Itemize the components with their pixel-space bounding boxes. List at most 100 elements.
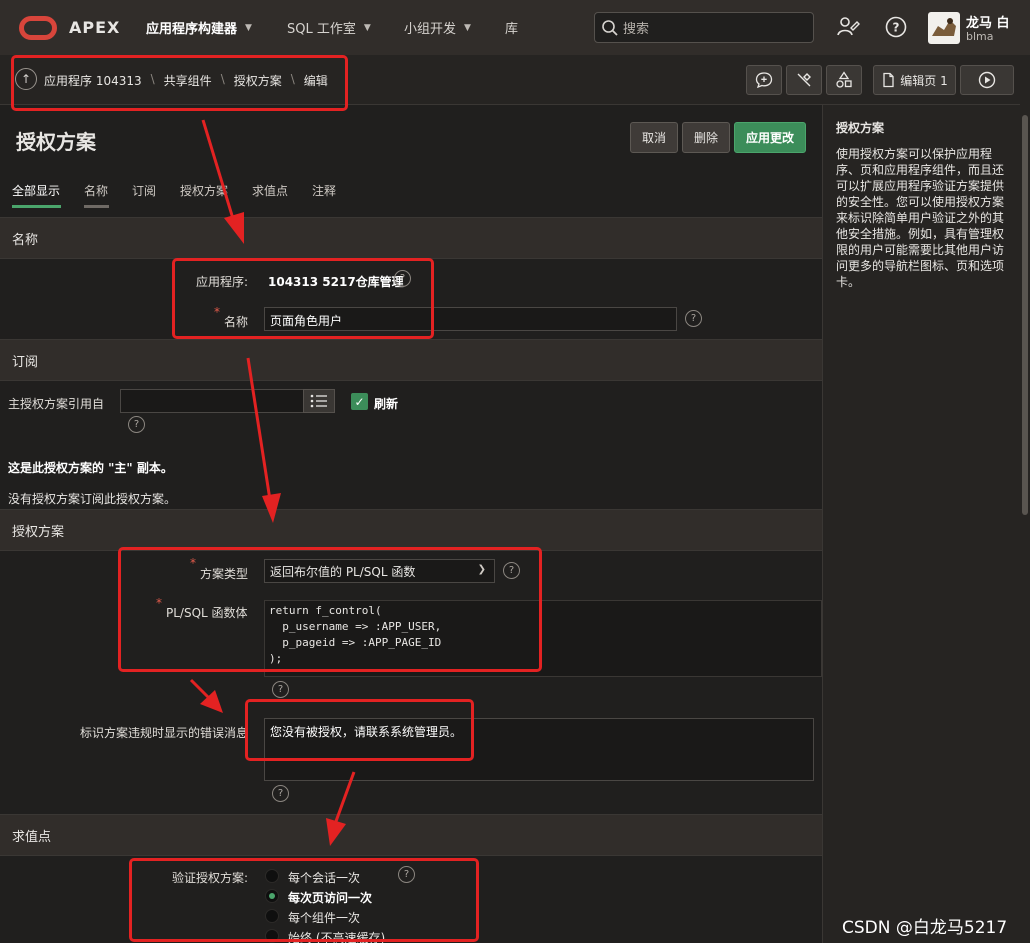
tab-subscription[interactable]: 订阅 <box>132 182 156 199</box>
help-icon[interactable]: ? <box>394 270 411 287</box>
apex-logo[interactable]: APEX <box>19 15 121 40</box>
nav-team-development[interactable]: 小组开发 ▼ <box>404 0 471 55</box>
wrench-icon <box>797 73 811 87</box>
code-line: ); <box>269 652 283 665</box>
name-input[interactable]: 页面角色用户 <box>264 307 677 331</box>
no-subscription-text: 没有授权方案订阅此授权方案。 <box>8 492 177 506</box>
help-panel: 授权方案 使用授权方案可以保护应用程序、页和应用程序组件，而且还可以扩展应用程序… <box>822 105 1020 943</box>
radio-once-per-component[interactable] <box>265 909 279 923</box>
logo-text: APEX <box>69 18 121 37</box>
tab-comments[interactable]: 注释 <box>312 182 336 199</box>
help-icon[interactable]: ? <box>685 310 702 327</box>
chevron-down-icon: ❯ <box>477 564 486 575</box>
radio-label: 每次页访问一次 <box>288 891 373 905</box>
help-icon[interactable]: ? <box>272 681 289 698</box>
edit-page-button[interactable]: 编辑页 1 <box>873 65 956 95</box>
region-header-evaluation-point: 求值点 <box>0 814 822 856</box>
breadcrumb-separator: \ <box>220 72 225 86</box>
arrow-head <box>200 690 223 713</box>
delete-button[interactable]: 删除 <box>682 122 730 153</box>
list-of-values-button[interactable] <box>303 389 335 413</box>
master-scheme-input[interactable] <box>120 389 304 413</box>
chevron-down-icon: ▼ <box>464 22 471 33</box>
region-tabs: 全部显示 名称 订阅 授权方案 求值点 注释 <box>0 170 822 210</box>
scheme-type-select[interactable]: 返回布尔值的 PL/SQL 函数 ❯ <box>264 559 495 583</box>
help-icon[interactable]: ? <box>398 866 415 883</box>
help-icon[interactable]: ? <box>503 562 520 579</box>
user-name[interactable]: 龙马 白 <box>966 12 1010 31</box>
radio-label: 始终 (不高速缓存) <box>288 931 386 943</box>
breadcrumb-item-shared-components[interactable]: 共享组件 <box>164 72 212 89</box>
refresh-label: 刷新 <box>374 397 399 411</box>
breadcrumb-separator: \ <box>150 72 155 86</box>
oracle-logo-icon <box>19 15 57 40</box>
region-header-authorization-scheme: 授权方案 <box>0 509 822 551</box>
help-icon[interactable]: ? <box>884 15 908 39</box>
shapes-icon <box>836 71 852 88</box>
nav-app-builder[interactable]: 应用程序构建器 ▼ <box>146 0 252 55</box>
administration-icon[interactable] <box>836 15 860 39</box>
list-icon <box>310 394 327 408</box>
utilities-button[interactable] <box>786 65 822 95</box>
nav-team-development-label: 小组开发 <box>404 22 457 37</box>
nav-sql-workshop-label: SQL 工作室 <box>287 22 356 37</box>
breadcrumb-bar: ↑ 应用程序 104313 \ 共享组件 \ 授权方案 \ 编辑 编辑页 1 <box>0 55 1020 105</box>
breadcrumb-item-authorization-schemes[interactable]: 授权方案 <box>234 72 282 89</box>
tab-indicator <box>84 205 109 208</box>
tab-name[interactable]: 名称 <box>84 182 108 199</box>
plsql-body-label: PL/SQL 函数体 <box>166 606 248 620</box>
search-input[interactable]: 搜索 <box>623 18 649 37</box>
required-marker: * <box>214 305 220 319</box>
nav-sql-workshop[interactable]: SQL 工作室 ▼ <box>287 0 371 55</box>
radio-once-per-session[interactable] <box>265 869 279 883</box>
watermark: CSDN @白龙马5217 <box>842 918 1008 938</box>
application-label: 应用程序: <box>195 275 248 289</box>
application-value: 104313 5217仓库管理 <box>268 275 404 289</box>
scrollbar-thumb[interactable] <box>1022 115 1028 515</box>
tab-authorization-scheme[interactable]: 授权方案 <box>180 182 228 199</box>
search-box[interactable]: 搜索 <box>594 12 814 43</box>
help-icon[interactable]: ? <box>128 416 145 433</box>
breadcrumb-item-application[interactable]: 应用程序 104313 <box>44 72 142 89</box>
refresh-checkbox[interactable]: ✓ <box>351 393 368 410</box>
nav-gallery[interactable]: 库 <box>505 0 518 55</box>
help-icon[interactable]: ? <box>272 785 289 802</box>
active-tab-indicator <box>12 205 61 208</box>
cancel-button[interactable]: 取消 <box>630 122 678 153</box>
name-label: 名称 <box>224 315 249 329</box>
help-body: 使用授权方案可以保护应用程序、页和应用程序组件，而且还可以扩展应用程序验证方案提… <box>836 147 1005 289</box>
error-message-textarea[interactable]: 您没有被授权，请联系系统管理员。 <box>264 718 814 781</box>
radio-label: 每个组件一次 <box>288 911 361 925</box>
code-line: p_username => :APP_USER, <box>269 620 442 633</box>
run-page-button[interactable] <box>960 65 1014 95</box>
error-message-label: 标识方案违规时显示的错误消息 <box>80 726 249 740</box>
breadcrumb-separator: \ <box>290 72 295 86</box>
chevron-down-icon: ▼ <box>363 22 371 33</box>
avatar[interactable] <box>928 12 960 44</box>
required-marker: * <box>156 596 162 610</box>
tab-show-all[interactable]: 全部显示 <box>12 182 60 199</box>
user-id: blma <box>966 30 994 43</box>
master-scheme-label: 主授权方案引用自 <box>8 397 105 411</box>
comment-plus-icon <box>755 72 773 89</box>
scheme-type-label: 方案类型 <box>200 567 249 581</box>
master-copy-text: 这是此授权方案的 "主" 副本。 <box>8 461 173 475</box>
radio-once-per-page-view[interactable] <box>265 889 279 903</box>
page-edit-icon <box>883 72 894 88</box>
radio-always[interactable] <box>265 929 279 943</box>
plsql-code-editor[interactable]: return f_control( p_username => :APP_USE… <box>264 600 822 677</box>
scrollbar[interactable] <box>1020 55 1030 943</box>
svg-text:?: ? <box>893 21 900 35</box>
page-title: 授权方案 <box>16 130 96 154</box>
help-title: 授权方案 <box>836 121 885 135</box>
comment-button[interactable] <box>746 65 782 95</box>
scheme-type-value: 返回布尔值的 PL/SQL 函数 <box>270 564 416 579</box>
breadcrumb-item-edit: 编辑 <box>303 74 328 88</box>
shared-components-button[interactable] <box>826 65 862 95</box>
code-line: p_pageid => :APP_PAGE_ID <box>269 636 442 649</box>
up-arrow-icon[interactable]: ↑ <box>15 68 37 90</box>
required-marker: * <box>190 556 196 570</box>
tab-evaluation-point[interactable]: 求值点 <box>252 182 288 199</box>
search-icon <box>602 19 618 36</box>
apply-changes-button[interactable]: 应用更改 <box>734 122 806 153</box>
